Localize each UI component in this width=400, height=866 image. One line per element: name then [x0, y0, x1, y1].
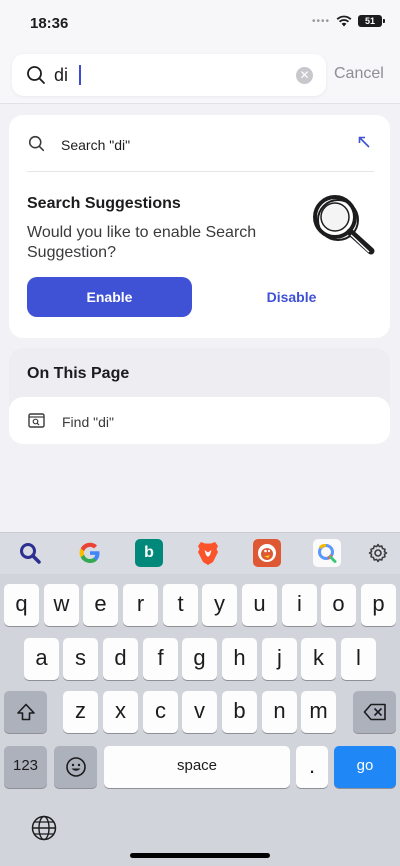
numbers-key[interactable]: 123 — [4, 746, 47, 788]
go-key[interactable]: go — [334, 746, 396, 788]
suggestions-card: Search "di" Search Suggestions Would you… — [9, 115, 390, 338]
status-time: 18:36 — [30, 15, 69, 32]
backspace-key[interactable] — [353, 691, 396, 733]
search-suggestion-row[interactable]: Search "di" — [9, 115, 390, 171]
key-w[interactable]: w — [44, 584, 79, 626]
emoji-icon — [65, 757, 86, 777]
key-r[interactable]: r — [123, 584, 158, 626]
key-x[interactable]: x — [103, 691, 138, 733]
space-key[interactable]: space — [104, 746, 290, 788]
keyboard: q w e r t y u i o p a s d f g h j k l z … — [0, 574, 400, 866]
disable-button[interactable]: Disable — [209, 277, 374, 317]
enable-button[interactable]: Enable — [27, 277, 192, 317]
text-caret — [79, 65, 81, 85]
backspace-icon — [363, 703, 386, 721]
key-l[interactable]: l — [341, 638, 376, 680]
duckduckgo-icon[interactable] — [253, 539, 281, 567]
search-engine-bar: b — [0, 532, 400, 574]
suggestions-body: Would you like to enable Search Suggesti… — [27, 224, 257, 261]
key-h[interactable]: h — [222, 638, 257, 680]
divider — [27, 171, 374, 172]
emoji-key[interactable] — [54, 746, 97, 788]
key-d[interactable]: d — [103, 638, 138, 680]
clear-search-button[interactable]: ✕ — [296, 67, 313, 84]
magnifier-illustration-icon — [313, 195, 375, 255]
key-f[interactable]: f — [143, 638, 178, 680]
key-v[interactable]: v — [182, 691, 217, 733]
key-y[interactable]: y — [202, 584, 237, 626]
status-bar: 18:36 •••• 51 — [0, 0, 400, 46]
find-in-page-row[interactable]: Find "di" — [9, 397, 390, 444]
find-in-page-label: Find "di" — [62, 414, 114, 430]
key-u[interactable]: u — [242, 584, 277, 626]
settings-gear-icon[interactable] — [364, 539, 392, 567]
key-e[interactable]: e — [83, 584, 118, 626]
key-i[interactable]: i — [282, 584, 317, 626]
key-q[interactable]: q — [4, 584, 39, 626]
key-a[interactable]: a — [24, 638, 59, 680]
key-s[interactable]: s — [63, 638, 98, 680]
key-t[interactable]: t — [163, 584, 198, 626]
shift-icon — [16, 703, 35, 721]
signal-icon: •••• — [311, 15, 330, 27]
key-o[interactable]: o — [321, 584, 356, 626]
globe-icon[interactable] — [30, 814, 58, 842]
search-icon — [27, 66, 45, 84]
search-icon — [28, 135, 45, 152]
key-m[interactable]: m — [301, 691, 336, 733]
on-this-page-section: On This Page Find "di" — [9, 348, 390, 444]
wifi-icon — [336, 15, 352, 27]
find-in-page-icon — [28, 413, 45, 428]
search-box[interactable]: ✕ — [12, 54, 326, 96]
key-z[interactable]: z — [63, 691, 98, 733]
search-header: ✕ Cancel — [0, 46, 400, 104]
key-p[interactable]: p — [361, 584, 396, 626]
bing-icon[interactable]: b — [135, 539, 163, 567]
key-b[interactable]: b — [222, 691, 257, 733]
search-suggestion-label: Search "di" — [61, 137, 131, 153]
battery-icon: 51 — [358, 15, 385, 27]
cancel-button[interactable]: Cancel — [334, 65, 384, 83]
shift-key[interactable] — [4, 691, 47, 733]
key-g[interactable]: g — [182, 638, 217, 680]
period-key[interactable]: . — [296, 746, 328, 788]
home-indicator — [130, 853, 270, 858]
key-j[interactable]: j — [262, 638, 297, 680]
google-icon[interactable] — [76, 539, 104, 567]
arrow-up-left-icon[interactable] — [358, 136, 370, 148]
key-n[interactable]: n — [262, 691, 297, 733]
status-indicators: •••• 51 — [311, 15, 385, 27]
firefox-search-icon[interactable] — [16, 539, 44, 567]
suggestions-title: Search Suggestions — [27, 195, 181, 212]
key-k[interactable]: k — [301, 638, 336, 680]
brave-icon[interactable] — [194, 539, 222, 567]
search-input[interactable] — [54, 62, 284, 88]
key-c[interactable]: c — [143, 691, 178, 733]
qwant-icon[interactable] — [313, 539, 341, 567]
on-this-page-title: On This Page — [27, 365, 130, 382]
